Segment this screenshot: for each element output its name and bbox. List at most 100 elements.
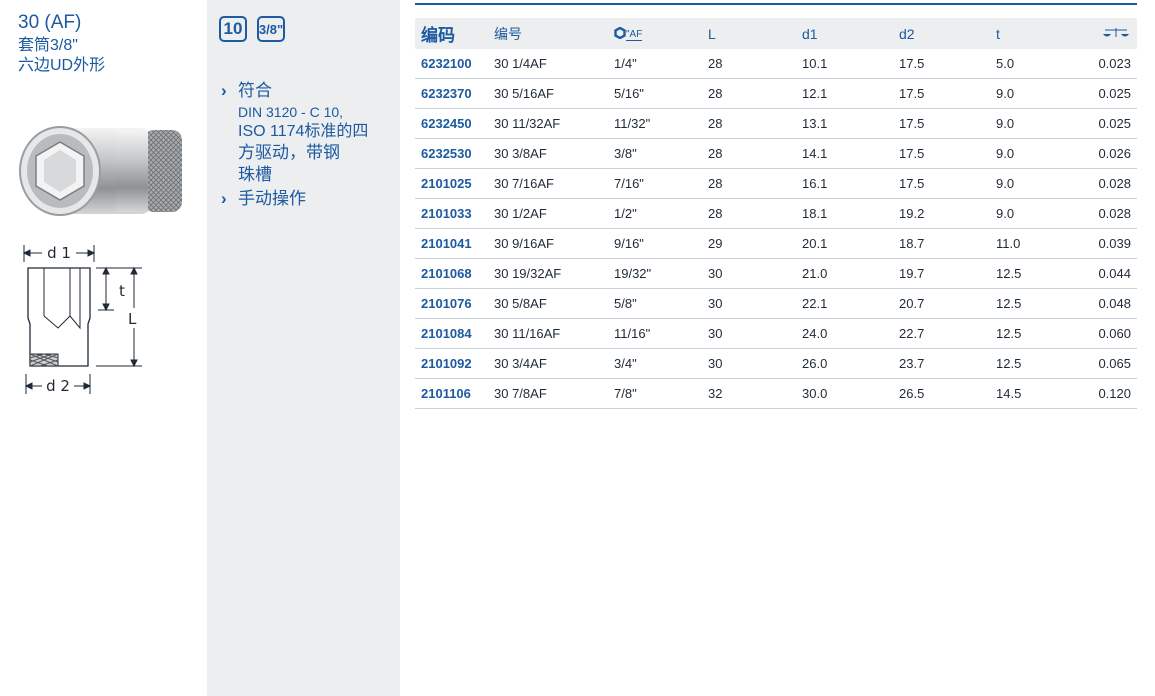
cell-d1: 24.0	[796, 318, 893, 349]
cell-L: 29	[702, 228, 796, 259]
af-label: "AF	[626, 28, 643, 41]
cell-d1: 16.1	[796, 168, 893, 199]
header-number: 编号	[488, 18, 608, 49]
spec-table: 编码 编号 "AF L d1 d2 t 6232100 30 1/4AF 1/4" 2…	[415, 18, 1137, 409]
cell-t: 9.0	[990, 78, 1087, 109]
table-row: 6232530 30 3/8AF 3/8" 28 14.1 17.5 9.0 0.026	[415, 138, 1137, 169]
chevron-right-icon: ›	[221, 81, 227, 100]
cell-code: 2101106	[415, 378, 488, 409]
subtitle-line: 六边UD外形	[18, 57, 106, 74]
cell-d1: 26.0	[796, 348, 893, 379]
cell-number: 30 7/8AF	[488, 378, 608, 409]
cell-weight: 0.039	[1087, 228, 1137, 259]
table-row: 2101033 30 1/2AF 1/2" 28 18.1 19.2 9.0 0.028	[415, 198, 1137, 229]
table-row: 2101076 30 5/8AF 5/8" 30 22.1 20.7 12.5 0.048	[415, 288, 1137, 319]
cell-weight: 0.026	[1087, 138, 1137, 169]
cell-d2: 17.5	[893, 49, 990, 79]
cell-af: 3/8"	[608, 138, 702, 169]
header-code: 编码	[415, 18, 488, 49]
cell-number: 30 3/8AF	[488, 138, 608, 169]
cell-code: 6232530	[415, 138, 488, 169]
cell-d2: 19.2	[893, 198, 990, 229]
cell-d1: 20.1	[796, 228, 893, 259]
cell-d2: 17.5	[893, 78, 990, 109]
table-row: 2101092 30 3/4AF 3/4" 30 26.0 23.7 12.5 0.065	[415, 348, 1137, 379]
cell-af: 1/2"	[608, 198, 702, 229]
cell-L: 30	[702, 318, 796, 349]
cell-weight: 0.048	[1087, 288, 1137, 319]
label-t: t	[119, 282, 125, 300]
table-row: 2101068 30 19/32AF 19/32" 30 21.0 19.7 12.5 0.0…	[415, 258, 1137, 289]
cell-d1: 21.0	[796, 258, 893, 289]
cell-af: 5/8"	[608, 288, 702, 319]
cell-weight: 0.044	[1087, 258, 1137, 289]
cell-d2: 23.7	[893, 348, 990, 379]
cell-af: 1/4"	[608, 49, 702, 79]
feature-detail: ISO 1174标准的四	[238, 123, 369, 140]
cell-weight: 0.023	[1087, 49, 1137, 79]
product-subtitle: 套筒3/8" 六边UD外形	[18, 36, 105, 76]
cell-d1: 30.0	[796, 378, 893, 409]
drive-badge: 3/8"	[257, 16, 285, 42]
cell-L: 30	[702, 348, 796, 379]
cell-d2: 22.7	[893, 318, 990, 349]
table-row: 2101084 30 11/16AF 11/16" 30 24.0 22.7 12.5 0.0…	[415, 318, 1137, 349]
header-L: L	[702, 18, 796, 49]
cell-L: 32	[702, 378, 796, 409]
cell-number: 30 1/2AF	[488, 198, 608, 229]
cell-d2: 18.7	[893, 228, 990, 259]
table-body: 6232100 30 1/4AF 1/4" 28 10.1 17.5 5.0 0.023 623…	[415, 49, 1137, 409]
feature-detail: DIN 3120 - C 10,	[238, 104, 344, 120]
cell-number: 30 1/4AF	[488, 49, 608, 79]
table-row: 2101041 30 9/16AF 9/16" 29 20.1 18.7 11.0 0.039	[415, 228, 1137, 259]
cell-af: 5/16"	[608, 78, 702, 109]
header-t: t	[990, 18, 1087, 49]
cell-L: 30	[702, 258, 796, 289]
cell-d2: 19.7	[893, 258, 990, 289]
cell-number: 30 5/16AF	[488, 78, 608, 109]
cell-number: 30 3/4AF	[488, 348, 608, 379]
feature-detail: 方驱动，带钢	[238, 143, 340, 162]
cell-d1: 13.1	[796, 108, 893, 139]
cell-number: 30 11/32AF	[488, 108, 608, 139]
cell-af: 11/32"	[608, 108, 702, 139]
cell-d2: 26.5	[893, 378, 990, 409]
table-row: 2101106 30 7/8AF 7/8" 32 30.0 26.5 14.5 0.120	[415, 378, 1137, 409]
cell-weight: 0.028	[1087, 168, 1137, 199]
cell-t: 9.0	[990, 168, 1087, 199]
cell-code: 2101076	[415, 288, 488, 319]
table-row: 6232450 30 11/32AF 11/32" 28 13.1 17.5 9.0 0.02…	[415, 108, 1137, 139]
cell-L: 28	[702, 108, 796, 139]
table-row: 2101025 30 7/16AF 7/16" 28 16.1 17.5 9.0 0.028	[415, 168, 1137, 199]
table-header-row: 编码 编号 "AF L d1 d2 t	[415, 18, 1137, 49]
feature-main: 符合	[238, 81, 272, 100]
header-d1: d1	[796, 18, 893, 49]
cell-t: 9.0	[990, 108, 1087, 139]
cell-code: 6232450	[415, 108, 488, 139]
cell-t: 12.5	[990, 288, 1087, 319]
header-d2: d2	[893, 18, 990, 49]
cell-code: 2101084	[415, 318, 488, 349]
label-d1: d 1	[47, 244, 71, 262]
cell-L: 28	[702, 49, 796, 79]
cell-d1: 14.1	[796, 138, 893, 169]
cell-d2: 17.5	[893, 108, 990, 139]
feature-detail: 珠槽	[238, 165, 272, 184]
feature-item: › 手动操作	[221, 188, 391, 210]
cell-af: 11/16"	[608, 318, 702, 349]
header-af: "AF	[608, 18, 702, 49]
cell-code: 2101025	[415, 168, 488, 199]
cell-af: 3/4"	[608, 348, 702, 379]
cell-t: 12.5	[990, 318, 1087, 349]
cell-af: 7/8"	[608, 378, 702, 409]
cell-number: 30 5/8AF	[488, 288, 608, 319]
cell-d2: 17.5	[893, 138, 990, 169]
cell-d1: 12.1	[796, 78, 893, 109]
cell-t: 14.5	[990, 378, 1087, 409]
cell-weight: 0.065	[1087, 348, 1137, 379]
chevron-right-icon: ›	[221, 189, 227, 208]
cell-L: 28	[702, 198, 796, 229]
spec-badges: 10 3/8"	[219, 16, 285, 42]
table-top-rule	[415, 3, 1137, 5]
cell-L: 28	[702, 78, 796, 109]
